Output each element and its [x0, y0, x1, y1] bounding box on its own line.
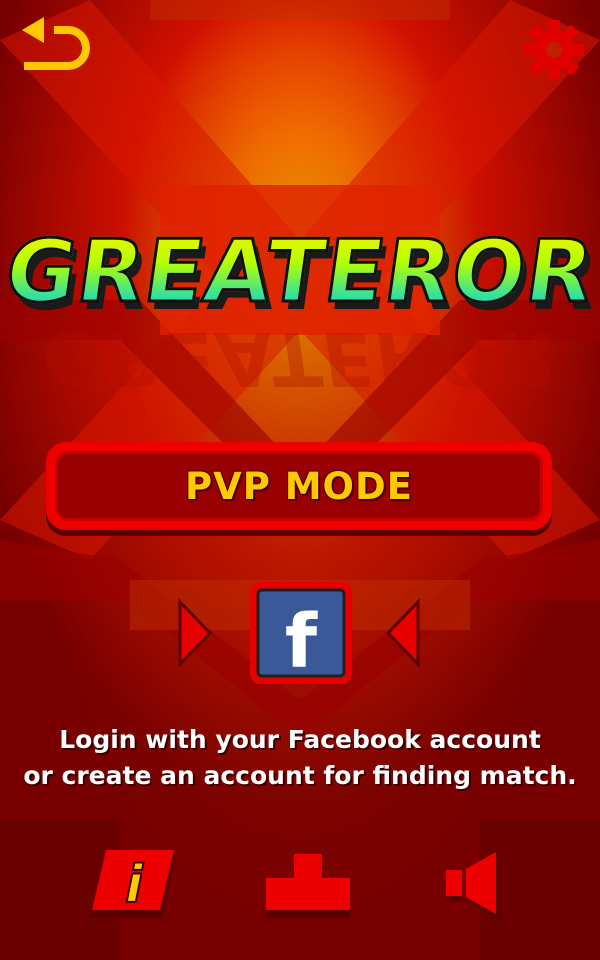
arrow-right-left-side[interactable]	[176, 598, 216, 668]
logo-title: GREATEROR	[0, 221, 600, 324]
triangle-left-icon	[385, 598, 420, 668]
leaderboard-button[interactable]	[264, 852, 352, 918]
triangle-right-icon	[178, 598, 213, 668]
svg-text:i: i	[125, 855, 144, 915]
pvp-mode-button[interactable]: PVP MODE	[46, 442, 552, 530]
login-message: Login with your Facebook account or crea…	[0, 722, 600, 794]
back-button[interactable]	[18, 16, 90, 84]
sound-button[interactable]	[440, 850, 504, 920]
gear-icon	[524, 20, 584, 80]
facebook-glyph: f	[285, 599, 318, 685]
settings-button[interactable]	[520, 16, 588, 84]
game-logo: GREATEROR GREATEROR GREATEROR	[0, 190, 600, 402]
login-message-line1: Login with your Facebook account	[59, 725, 541, 754]
back-arrow-icon	[22, 17, 90, 70]
arrow-left-right-side[interactable]	[382, 598, 422, 668]
speaker-icon	[446, 852, 500, 920]
pvp-mode-button-inner: PVP MODE	[55, 451, 543, 521]
pvp-mode-label: PVP MODE	[184, 464, 413, 508]
info-button[interactable]: i	[88, 848, 178, 920]
podium-icon	[266, 854, 350, 918]
login-message-line2: or create an account for finding match.	[23, 761, 577, 790]
facebook-icon: f	[250, 582, 352, 685]
info-icon: i	[90, 850, 176, 918]
facebook-login-button[interactable]: f	[248, 580, 354, 686]
